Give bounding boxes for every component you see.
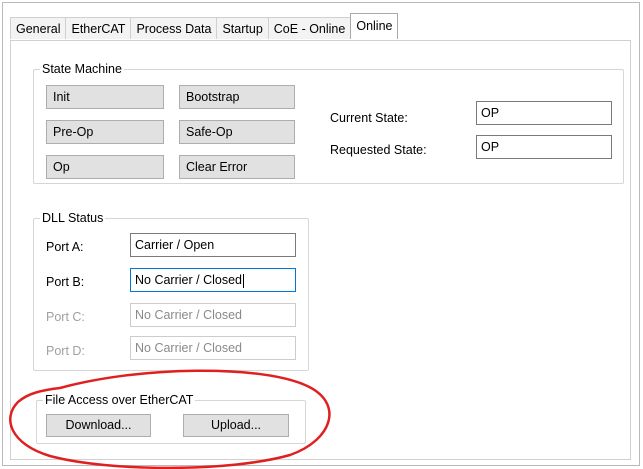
current-state-field: OP (476, 101, 612, 125)
safe-op-button[interactable]: Safe-Op (179, 120, 295, 144)
port-b-label: Port B: (46, 275, 85, 289)
port-c-label: Port C: (46, 310, 85, 324)
tab-online[interactable]: Online (350, 13, 399, 39)
op-button[interactable]: Op (46, 155, 164, 179)
requested-state-label: Requested State: (330, 143, 427, 157)
tab-strip: General EtherCAT Process Data Startup Co… (10, 13, 399, 39)
state-machine-legend: State Machine (42, 62, 122, 76)
port-a-label: Port A: (46, 240, 84, 254)
requested-state-field: OP (476, 135, 612, 159)
upload-button[interactable]: Upload... (183, 414, 289, 437)
pre-op-button[interactable]: Pre-Op (46, 120, 164, 144)
text-caret (242, 273, 244, 288)
dll-status-legend: DLL Status (42, 211, 104, 225)
tab-ethercat[interactable]: EtherCAT (65, 17, 132, 39)
port-d-label: Port D: (46, 344, 85, 358)
bootstrap-button[interactable]: Bootstrap (179, 85, 295, 109)
tab-process-data[interactable]: Process Data (130, 17, 218, 39)
port-d-field: No Carrier / Closed (130, 336, 296, 360)
tab-coe-online[interactable]: CoE - Online (267, 17, 352, 39)
clear-error-button[interactable]: Clear Error (179, 155, 295, 179)
tab-startup[interactable]: Startup (216, 17, 269, 39)
port-c-field: No Carrier / Closed (130, 303, 296, 327)
port-b-value: No Carrier / Closed (135, 273, 242, 287)
port-a-field: Carrier / Open (130, 233, 296, 257)
init-button[interactable]: Init (46, 85, 164, 109)
tab-general[interactable]: General (10, 17, 67, 39)
download-button[interactable]: Download... (46, 414, 151, 437)
file-access-legend: File Access over EtherCAT (45, 393, 194, 407)
port-b-field[interactable]: No Carrier / Closed (130, 268, 296, 292)
current-state-label: Current State: (330, 111, 408, 125)
